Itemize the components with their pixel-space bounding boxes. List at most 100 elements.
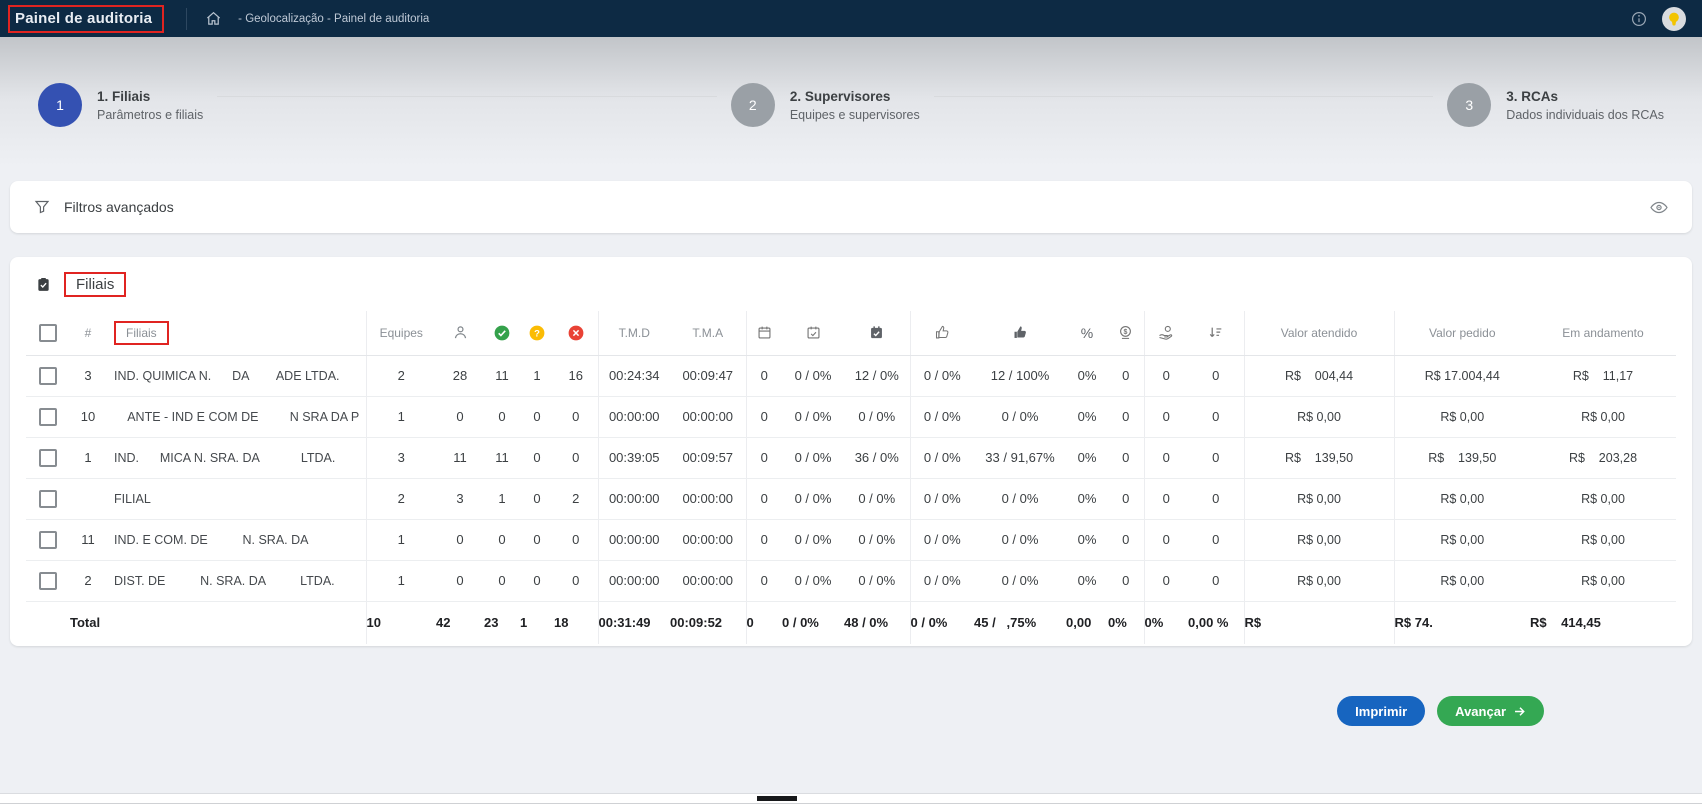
cell-calendar-done: 0 / 0% [844,519,910,560]
eye-icon[interactable] [1650,201,1668,214]
step-2-title: 2. Supervisores [790,89,920,104]
cell-calendar: 0 [746,560,782,601]
cell-valor-atendido: R$ 004,44 [1244,355,1394,396]
cell-em-andamento: R$ 414,45 [1530,601,1676,644]
step-rcas[interactable]: 3 3. RCAs Dados individuais dos RCAs [1447,83,1664,127]
step-connector [217,96,717,97]
cell-error: 0 [554,560,598,601]
col-header-em-andamento[interactable]: Em andamento [1530,311,1676,355]
step-1-title: 1. Filiais [97,89,203,104]
row-checkbox-cell [26,396,70,437]
step-2-circle: 2 [731,83,775,127]
cell-name: ANTE - IND E COM DE N SRA DA P [106,396,366,437]
advanced-filters-panel[interactable]: Filtros avançados [10,181,1692,233]
cell-tmd: 00:00:00 [598,560,670,601]
thumb-up-icon[interactable] [910,311,974,355]
cell-percent: 0% [1066,396,1108,437]
cell-like: 0 / 0% [910,437,974,478]
cell-calendar-done: 48 / 0% [844,601,910,644]
col-header-equipes[interactable]: Equipes [366,311,436,355]
row-checkbox[interactable] [39,490,57,508]
step-3-subtitle: Dados individuais dos RCAs [1506,108,1664,122]
calendar-check-filled-icon[interactable] [844,311,910,355]
calendar-icon[interactable] [746,311,782,355]
cell-question: 1 [520,355,554,396]
print-button[interactable]: Imprimir [1337,696,1425,726]
cell-people: 0 [436,519,484,560]
step-connector [934,96,1434,97]
col-header-tmd[interactable]: T.M.D [598,311,670,355]
cell-equipes: 10 [366,601,436,644]
cell-ok: 0 [484,519,520,560]
section-title-filiais: Filiais [64,272,126,297]
cell-name: IND. QUIMICA N. DA ADE LTDA. [106,355,366,396]
cell-name: DIST. DE N. SRA. DA LTDA. [106,560,366,601]
cell-name: IND. MICA N. SRA. DA LTDA. [106,437,366,478]
cell-valor-atendido: R$ 0,00 [1244,519,1394,560]
home-icon[interactable] [205,10,222,27]
row-checkbox-cell [26,560,70,601]
table-row: 11IND. E COM. DE N. SRA. DA1000000:00:00… [26,519,1676,560]
cell-num: Total [70,601,106,644]
arrow-right-icon [1513,705,1526,718]
col-header-tma[interactable]: T.M.A [670,311,746,355]
cell-valor-pedido: R$ 139,50 [1394,437,1530,478]
row-checkbox[interactable] [39,531,57,549]
money-circle-icon[interactable]: $ [1108,311,1144,355]
cell-like-filled: 0 / 0% [974,519,1066,560]
cell-calendar: 0 [746,355,782,396]
row-checkbox[interactable] [39,408,57,426]
cell-sort: 0 [1188,396,1244,437]
row-checkbox[interactable] [39,449,57,467]
table-row: 1IND. MICA N. SRA. DA LTDA.311110000:39:… [26,437,1676,478]
x-circle-icon[interactable] [554,311,598,355]
step-supervisores[interactable]: 2 2. Supervisores Equipes e supervisores [731,83,920,127]
row-checkbox[interactable] [39,572,57,590]
cell-em-andamento: R$ 0,00 [1530,560,1676,601]
cell-hand-money: 0 [1144,478,1188,519]
row-checkbox[interactable] [39,367,57,385]
cell-calendar-scheduled: 0 / 0% [782,519,844,560]
col-header-valor-pedido[interactable]: Valor pedido [1394,311,1530,355]
cell-like-filled: 33 / 91,67% [974,437,1066,478]
step-3-circle: 3 [1447,83,1491,127]
cell-ok: 0 [484,396,520,437]
app-root: Painel de auditoria - Geolocalização - P… [0,0,1702,804]
percent-header[interactable]: % [1066,311,1108,355]
info-icon[interactable] [1631,11,1647,27]
sort-icon[interactable] [1188,311,1244,355]
hand-money-icon[interactable] [1144,311,1188,355]
scrollbar-thumb[interactable] [757,796,797,801]
step-filiais[interactable]: 1 1. Filiais Parâmetros e filiais [38,83,203,127]
table-header-row: # Filiais Equipes [26,311,1676,355]
next-button[interactable]: Avançar [1437,696,1544,726]
cell-like: 0 / 0% [910,478,974,519]
cell-people: 42 [436,601,484,644]
cell-like-filled: 12 / 100% [974,355,1066,396]
table-body: 3IND. QUIMICA N. DA ADE LTDA.2281111600:… [26,355,1676,601]
cell-tma: 00:09:52 [670,601,746,644]
cell-calendar-scheduled: 0 / 0% [782,601,844,644]
calendar-check-icon[interactable] [782,311,844,355]
select-all-checkbox[interactable] [39,324,57,342]
cell-like: 0 / 0% [910,560,974,601]
cell-tma: 00:00:00 [670,396,746,437]
cell-valor-atendido: R$ 139,50 [1244,437,1394,478]
col-header-valor-atendido[interactable]: Valor atendido [1244,311,1394,355]
cell-calendar-done: 36 / 0% [844,437,910,478]
col-header-num[interactable]: # [70,311,106,355]
people-icon[interactable] [436,311,484,355]
lightbulb-avatar-icon[interactable] [1662,7,1686,31]
cell-hand-money: 0% [1144,601,1188,644]
check-circle-icon[interactable] [484,311,520,355]
col-header-filiais[interactable]: Filiais [106,311,366,355]
horizontal-scrollbar[interactable] [0,793,1702,804]
cell-question: 0 [520,560,554,601]
cell-money: 0 [1108,396,1144,437]
cell-valor-pedido: R$ 0,00 [1394,396,1530,437]
question-circle-icon[interactable]: ? [520,311,554,355]
cell-valor-pedido: R$ 0,00 [1394,519,1530,560]
thumb-up-filled-icon[interactable] [974,311,1066,355]
row-checkbox-cell [26,355,70,396]
cell-money: 0 [1108,437,1144,478]
